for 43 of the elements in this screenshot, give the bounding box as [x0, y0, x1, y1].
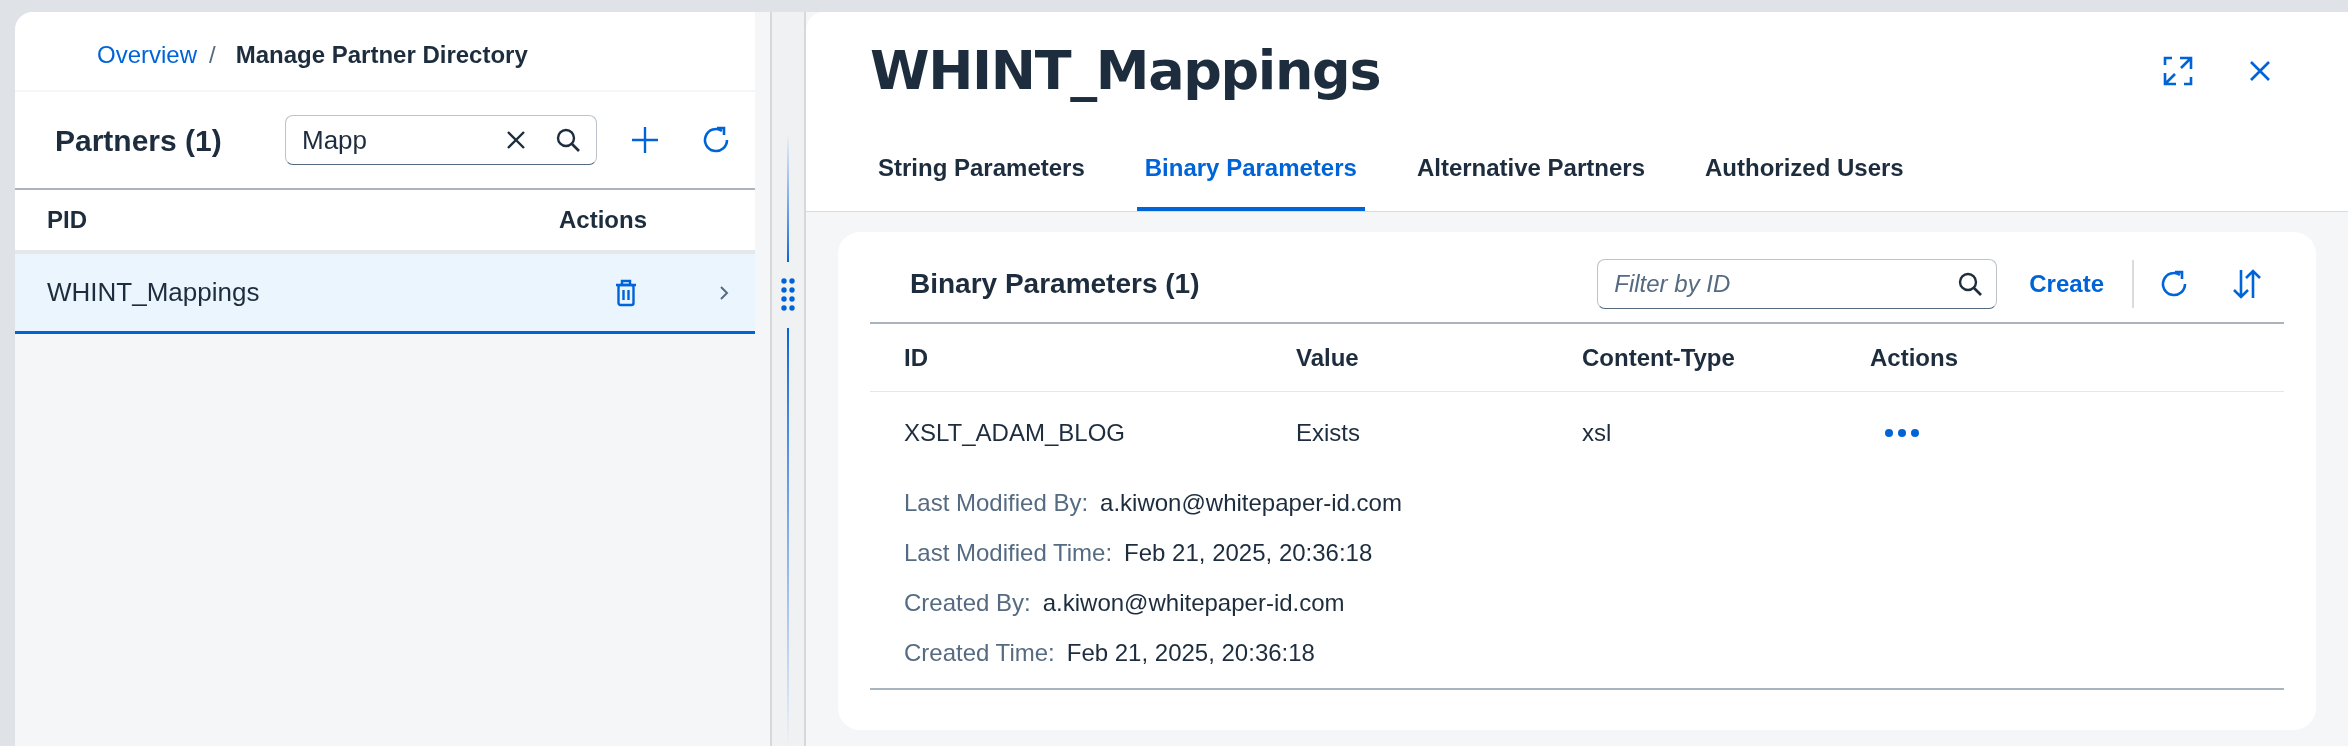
more-icon[interactable] [1884, 428, 1920, 438]
field-value: a.kiwon@whitepaper-id.com [1100, 488, 1402, 518]
table-cell-text: Exists [1296, 418, 1361, 448]
clear-icon[interactable] [505, 129, 527, 151]
fullscreen-icon[interactable] [2162, 54, 2194, 87]
field-label: Last Modified Time: [904, 538, 1113, 568]
delete-icon[interactable] [615, 278, 637, 307]
column-header: ID [904, 342, 929, 373]
table-cell-text: XSLT_ADAM_BLOG [904, 418, 1126, 448]
field-value: Feb 21, 2025, 20:36:18 [1066, 638, 1315, 668]
column-header: PID [47, 205, 87, 235]
drag-handle-icon[interactable] [781, 278, 795, 312]
breadcrumb-separator: / [209, 40, 216, 70]
column-header: Value [1296, 342, 1360, 373]
table-cell-text: xsl [1582, 418, 1613, 448]
field-value: Feb 21, 2025, 20:36:18 [1124, 538, 1373, 568]
breadcrumb-link[interactable]: Overview [97, 37, 198, 73]
tab[interactable]: Binary Parameters [1136, 129, 1365, 211]
page-title: Manage Partner Directory [235, 40, 528, 70]
close-icon[interactable] [2248, 58, 2272, 83]
chevron-right-icon[interactable] [719, 284, 729, 301]
object-title: WHINT_Mappings [870, 38, 1381, 104]
splitter[interactable] [770, 12, 806, 746]
list-title: Partners (1) [55, 122, 223, 159]
table-cell-text: WHINT_Mappings [47, 276, 261, 309]
search-icon[interactable] [1957, 271, 1984, 297]
create-button[interactable]: Create [2021, 262, 2112, 306]
tab[interactable]: String Parameters [870, 129, 1093, 211]
field-value: a.kiwon@whitepaper-id.com [1042, 588, 1345, 618]
add-icon[interactable] [630, 125, 660, 155]
filter-field[interactable]: Filter by ID [1597, 259, 1998, 309]
column-header: Content-Type [1582, 342, 1736, 373]
search-icon[interactable] [555, 127, 581, 153]
search-field[interactable]: Mapp [285, 115, 597, 165]
field-label: Last Modified By: [904, 488, 1089, 518]
column-header: Actions [1870, 342, 1959, 373]
list-row[interactable]: WHINT_Mappings [15, 254, 755, 334]
field-label: Created By: [904, 588, 1031, 618]
column-header: Actions [559, 205, 647, 235]
tab[interactable]: Alternative Partners [1408, 129, 1653, 211]
tab[interactable]: Authorized Users [1697, 129, 1912, 211]
section-title: Binary Parameters (1) [910, 267, 1201, 301]
field-label: Created Time: [904, 638, 1055, 668]
